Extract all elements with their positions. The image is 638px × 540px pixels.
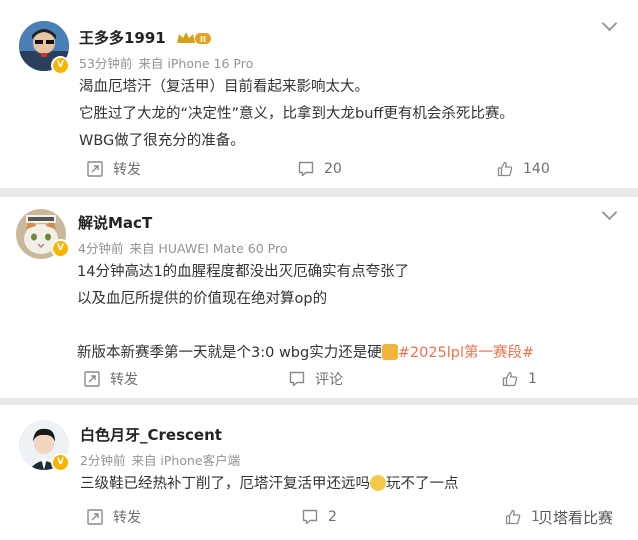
- forward-button[interactable]: 转发: [87, 502, 141, 532]
- comment-icon: [298, 161, 314, 177]
- like-button[interactable]: 1: [502, 364, 537, 394]
- comment-button[interactable]: 2: [302, 502, 337, 532]
- comment-text: 渴血厄塔汗（复活甲）目前看起来影响太大。 它胜过了大龙的“决定性”意义，比拿到大…: [79, 74, 514, 155]
- thumbs-up-icon: [505, 509, 521, 525]
- chevron-down-icon[interactable]: [601, 15, 618, 32]
- forward-button[interactable]: 转发: [84, 364, 138, 394]
- svg-text:II: II: [200, 35, 206, 44]
- thumbs-up-emoji-icon: [381, 344, 398, 360]
- watermark: 贝塔看比赛: [538, 509, 614, 527]
- action-bar: 转发 评论 1: [0, 364, 638, 394]
- thumbs-up-icon: [502, 371, 518, 387]
- comment-label: 评论: [315, 372, 343, 388]
- device-source: 来自 HUAWEI Mate 60 Pro: [129, 241, 288, 256]
- device-source: 来自 iPhone客户端: [131, 453, 241, 468]
- text-segment: 新版本新赛季第一天就是个3:0 wbg实力还是硬: [77, 345, 382, 361]
- comment-meta: 53分钟前 来自 iPhone 16 Pro: [79, 53, 253, 72]
- comment-button[interactable]: 评论: [289, 364, 343, 394]
- comment-text: 三级鞋已经热补丁削了，厄塔汗复活甲还远吗 玩不了一点: [80, 471, 459, 498]
- text-segment: 玩不了一点: [386, 476, 459, 492]
- device-source: 来自 iPhone 16 Pro: [138, 56, 254, 71]
- timestamp: 2分钟前: [80, 453, 126, 468]
- verified-badge-icon: V: [51, 239, 70, 258]
- verified-badge-icon: V: [51, 56, 70, 75]
- text-line: WBG做了很充分的准备。: [79, 133, 245, 149]
- comment-button[interactable]: 20: [298, 154, 342, 184]
- comment-text: 14分钟高达1的血腥程度都没出灭厄确实有点夸张了 以及血厄所提供的价值现在绝对算…: [77, 259, 534, 367]
- share-icon: [84, 371, 100, 387]
- comment-count: 20: [324, 161, 342, 177]
- timestamp: 4分钟前: [78, 241, 124, 256]
- text-line: 它胜过了大龙的“决定性”意义，比拿到大龙buff更有机会杀死比赛。: [79, 106, 514, 122]
- text-segment: 三级鞋已经热补丁削了，厄塔汗复活甲还远吗: [80, 476, 370, 492]
- text-line: 新版本新赛季第一天就是个3:0 wbg实力还是硬 #2025lpl第一赛段#: [77, 340, 534, 367]
- like-button[interactable]: 140: [497, 154, 550, 184]
- chevron-down-icon[interactable]: [601, 204, 618, 221]
- username[interactable]: 王多多1991 II: [79, 27, 213, 48]
- comment-count: 2: [328, 509, 337, 525]
- comment-meta: 2分钟前 来自 iPhone客户端: [80, 450, 240, 469]
- forward-label: 转发: [113, 510, 141, 526]
- text-line: [77, 313, 534, 340]
- forward-button[interactable]: 转发: [87, 154, 141, 184]
- share-icon: [87, 161, 103, 177]
- text-line: 三级鞋已经热补丁削了，厄塔汗复活甲还远吗 玩不了一点: [80, 471, 459, 498]
- comment-card: V 白色月牙_Crescent 2分钟前 来自 iPhone客户端 三级鞋已经热补…: [0, 405, 638, 540]
- text-line: 14分钟高达1的血腥程度都没出灭厄确实有点夸张了: [77, 264, 410, 280]
- text-line: 渴血厄塔汗（复活甲）目前看起来影响太大。: [79, 79, 369, 95]
- username-text[interactable]: 王多多1991: [79, 29, 166, 47]
- like-count: 140: [523, 161, 550, 177]
- crown-badge-icon: II: [176, 32, 211, 44]
- verified-badge-icon: V: [51, 453, 70, 472]
- sweat-smile-emoji-icon: [370, 475, 386, 491]
- comment-meta: 4分钟前 来自 HUAWEI Mate 60 Pro: [78, 238, 287, 257]
- comment-feed: V 王多多1991 II 53分钟前 来自 iPhone 16 Pro 渴血厄塔汗…: [0, 0, 638, 540]
- like-count: 1: [528, 371, 537, 387]
- forward-label: 转发: [110, 372, 138, 388]
- timestamp: 53分钟前: [79, 56, 133, 71]
- hashtag-link[interactable]: #2025lpl第一赛段#: [398, 345, 534, 361]
- comment-card: V 解说MacT 4分钟前 来自 HUAWEI Mate 60 Pro 14分钟高…: [0, 197, 638, 398]
- username[interactable]: 解说MacT: [78, 212, 152, 233]
- thumbs-up-icon: [497, 161, 513, 177]
- text-line: 以及血厄所提供的价值现在绝对算op的: [77, 291, 328, 307]
- forward-label: 转发: [113, 162, 141, 178]
- share-icon: [87, 509, 103, 525]
- username[interactable]: 白色月牙_Crescent: [80, 424, 222, 445]
- action-bar: 转发 20 140: [0, 154, 638, 184]
- comment-icon: [289, 371, 305, 387]
- comment-card: V 王多多1991 II 53分钟前 来自 iPhone 16 Pro 渴血厄塔汗…: [0, 0, 638, 188]
- like-button[interactable]: 1: [505, 502, 540, 532]
- comment-icon: [302, 509, 318, 525]
